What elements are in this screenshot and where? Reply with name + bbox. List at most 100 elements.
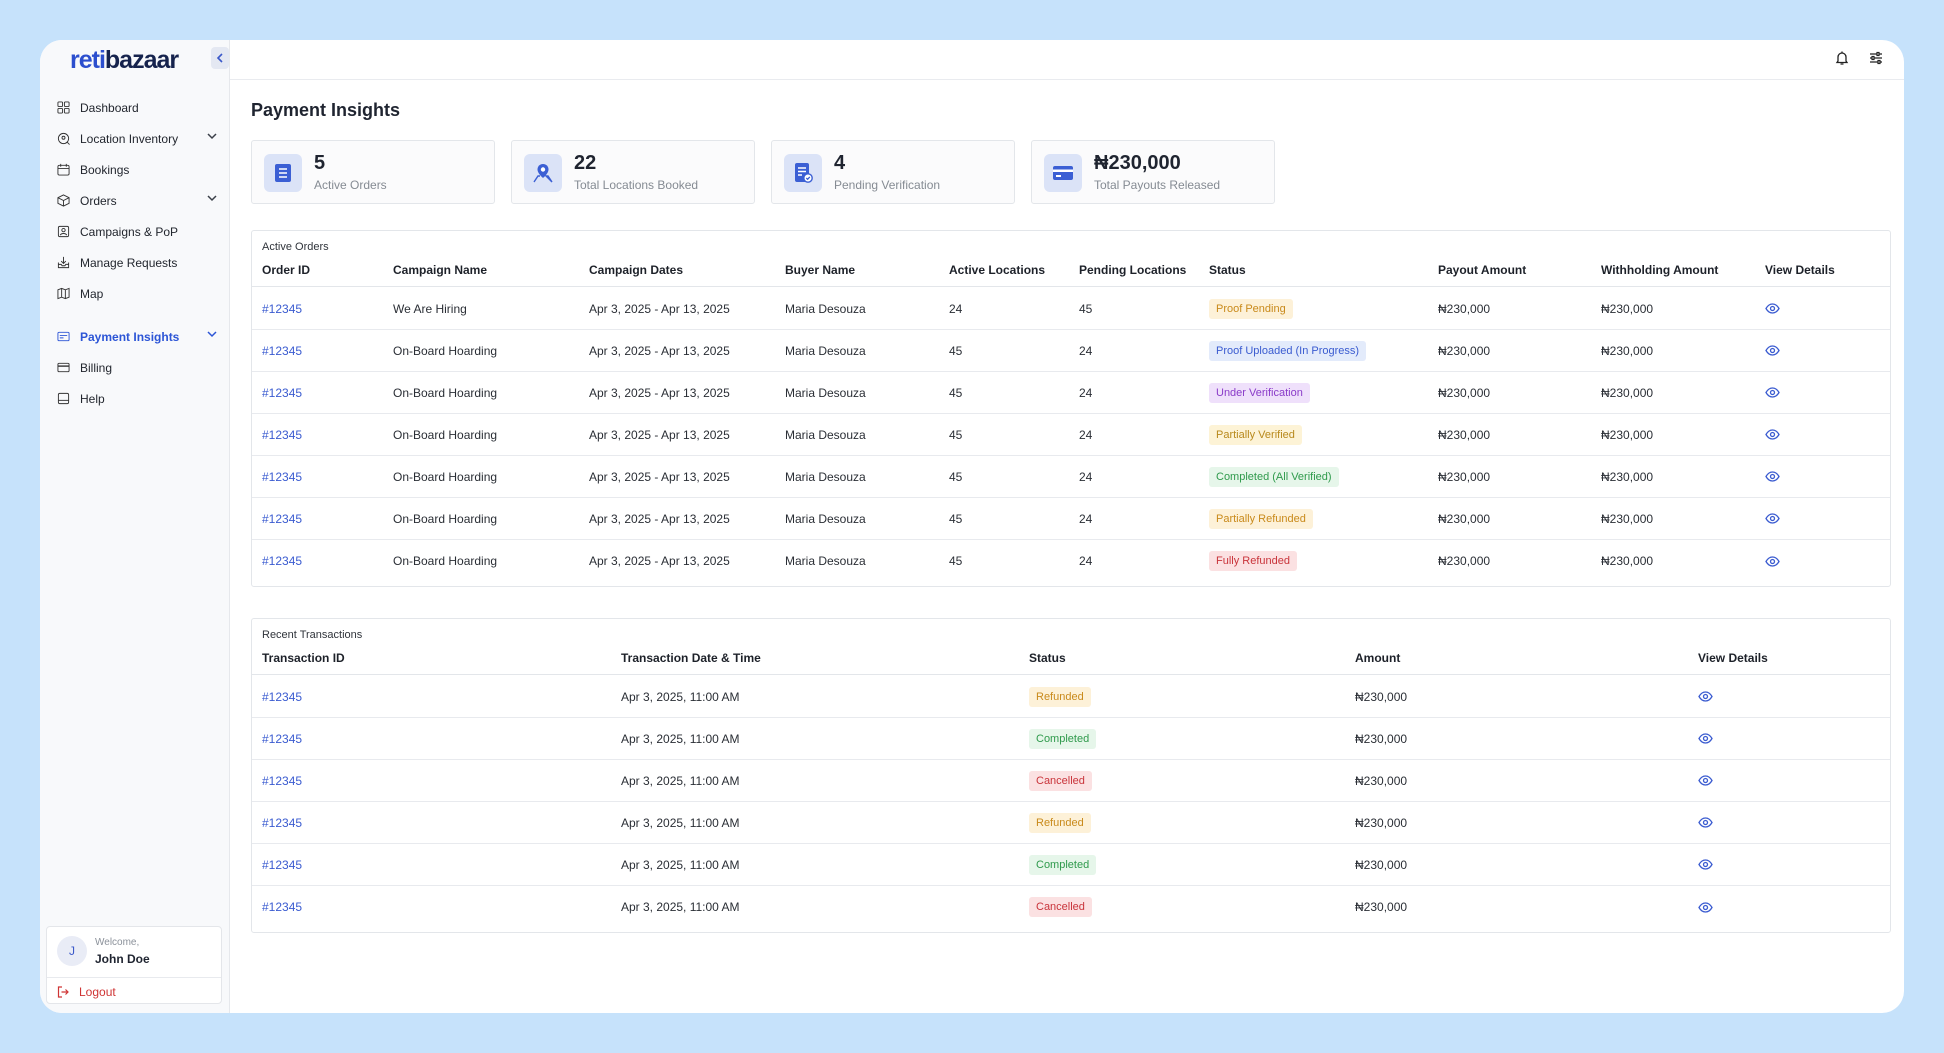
table-row[interactable]: #12345 Apr 3, 2025, 11:00 AM Refunded ₦230,… <box>252 676 1890 718</box>
map-icon <box>56 287 70 301</box>
sidebar-item-dashboard[interactable]: Dashboard <box>40 92 230 123</box>
app-logo[interactable]: retibazaar <box>70 46 179 76</box>
eye-icon[interactable] <box>1765 345 1780 356</box>
eye-icon[interactable] <box>1698 901 1713 913</box>
eye-icon[interactable] <box>1765 303 1780 314</box>
id-link[interactable]: #12345 <box>262 386 302 400</box>
sidebar-item-label: Manage Requests <box>80 255 178 270</box>
id-link[interactable]: #12345 <box>262 512 302 526</box>
cell-pending: 45 <box>1079 301 1093 316</box>
sidebar-item-location-inventory[interactable]: Location Inventory <box>40 123 230 154</box>
sidebar-item-map[interactable]: Map <box>40 278 230 309</box>
welcome-text: Welcome, <box>95 937 140 948</box>
table-row[interactable]: #12345 On-Board Hoarding Apr 3, 2025 - Apr… <box>252 456 1890 498</box>
sidebar-item-manage-requests[interactable]: Manage Requests <box>40 247 230 278</box>
eye-icon[interactable] <box>1698 817 1713 828</box>
cell-buyer: Maria Desouza <box>785 427 866 442</box>
cell-order_id: #12345 <box>262 288 302 329</box>
eye-icon[interactable] <box>1765 471 1780 482</box>
cell-status: Refunded <box>1029 676 1091 717</box>
id-link[interactable]: #12345 <box>262 858 302 872</box>
table-row[interactable]: #12345 On-Board Hoarding Apr 3, 2025 - Apr… <box>252 498 1890 540</box>
table-row[interactable]: #12345 We Are Hiring Apr 3, 2025 - Apr 13,… <box>252 288 1890 330</box>
logout-button[interactable]: Logout <box>57 983 116 1001</box>
id-link[interactable]: #12345 <box>262 900 302 914</box>
settings-sliders-icon[interactable] <box>1866 48 1886 68</box>
table-row[interactable]: #12345 On-Board Hoarding Apr 3, 2025 - Apr… <box>252 540 1890 582</box>
cell-campaign: On-Board Hoarding <box>393 427 498 442</box>
table-row[interactable]: #12345 Apr 3, 2025, 11:00 AM Completed ₦230… <box>252 718 1890 760</box>
table-row[interactable]: #12345 On-Board Hoarding Apr 3, 2025 - Apr… <box>252 330 1890 372</box>
cell-status: Cancelled <box>1029 886 1092 928</box>
chevron-down-icon[interactable] <box>207 330 217 341</box>
id-link[interactable]: #12345 <box>262 732 302 746</box>
id-link[interactable]: #12345 <box>262 816 302 830</box>
sidebar-item-orders[interactable]: Orders <box>40 185 230 216</box>
cell-dates: Apr 3, 2025 - Apr 13, 2025 <box>589 343 730 358</box>
chevron-down-icon[interactable] <box>207 194 217 205</box>
cell-view <box>1765 540 1780 582</box>
cell-payout: ₦230,000 <box>1438 385 1491 400</box>
cell-pending: 24 <box>1079 427 1093 442</box>
id-link[interactable]: #12345 <box>262 344 302 358</box>
column-header: Active Locations <box>949 263 1046 277</box>
id-link[interactable]: #12345 <box>262 302 302 316</box>
sidebar-item-billing[interactable]: Billing <box>40 352 230 383</box>
eye-icon[interactable] <box>1765 555 1780 567</box>
eye-icon[interactable] <box>1698 859 1713 870</box>
eye-icon[interactable] <box>1765 513 1780 524</box>
avatar[interactable]: J <box>57 936 87 966</box>
cell-campaign: On-Board Hoarding <box>393 554 498 568</box>
sidebar-item-help[interactable]: Help <box>40 383 230 414</box>
cell-payout: ₦230,000 <box>1438 469 1491 484</box>
stat-card: ₦230,000 Total Payouts Released <box>1031 140 1275 204</box>
eye-icon[interactable] <box>1765 429 1780 440</box>
id-link[interactable]: #12345 <box>262 774 302 788</box>
credit-card-icon <box>1044 154 1082 192</box>
chevron-down-icon[interactable] <box>207 132 217 143</box>
eye-icon[interactable] <box>1698 691 1713 702</box>
cell-order_id: #12345 <box>262 372 302 413</box>
table-row[interactable]: #12345 On-Board Hoarding Apr 3, 2025 - Apr… <box>252 372 1890 414</box>
table-row[interactable]: #12345 Apr 3, 2025, 11:00 AM Cancelled ₦230… <box>252 886 1890 928</box>
eye-icon[interactable] <box>1765 387 1780 398</box>
eye-icon[interactable] <box>1698 733 1713 744</box>
sidebar-item-bookings[interactable]: Bookings <box>40 154 230 185</box>
sidebar-item-label: Payment Insights <box>80 329 180 344</box>
cell-id: #12345 <box>262 886 302 928</box>
table-row[interactable]: #12345 Apr 3, 2025, 11:00 AM Refunded ₦230,… <box>252 802 1890 844</box>
stat-card: 5 Active Orders <box>251 140 495 204</box>
cell-datetime: Apr 3, 2025, 11:00 AM <box>621 857 740 872</box>
id-link[interactable]: #12345 <box>262 428 302 442</box>
cell-withholding: ₦230,000 <box>1601 511 1654 526</box>
cell-id: #12345 <box>262 760 302 801</box>
id-link[interactable]: #12345 <box>262 470 302 484</box>
user-name: John Doe <box>95 952 150 966</box>
status-badge: Partially Verified <box>1209 424 1302 445</box>
sidebar-item-campaigns-pop[interactable]: Campaigns & PoP <box>40 216 230 247</box>
cell-amount: ₦230,000 <box>1355 773 1408 788</box>
cell-payout: ₦230,000 <box>1438 511 1491 526</box>
id-link[interactable]: #12345 <box>262 554 302 568</box>
cell-withholding: ₦230,000 <box>1601 343 1654 358</box>
table-row[interactable]: #12345 Apr 3, 2025, 11:00 AM Cancelled ₦230… <box>252 760 1890 802</box>
eye-icon[interactable] <box>1698 775 1713 786</box>
cell-buyer: Maria Desouza <box>785 301 866 316</box>
cell-campaign: On-Board Hoarding <box>393 343 498 358</box>
status-badge: Proof Pending <box>1209 298 1293 319</box>
cell-dates: Apr 3, 2025 - Apr 13, 2025 <box>589 427 730 442</box>
table-row[interactable]: #12345 Apr 3, 2025, 11:00 AM Completed ₦230… <box>252 844 1890 886</box>
stat-label: Total Payouts Released <box>1094 178 1221 192</box>
notification-bell-icon[interactable] <box>1832 48 1852 68</box>
cell-dates: Apr 3, 2025 - Apr 13, 2025 <box>589 301 730 316</box>
table-row[interactable]: #12345 On-Board Hoarding Apr 3, 2025 - Apr… <box>252 414 1890 456</box>
id-link[interactable]: #12345 <box>262 690 302 704</box>
sidebar-item-payment-insights[interactable]: Payment Insights <box>40 321 230 352</box>
column-header: Order ID <box>262 263 311 277</box>
column-header: Buyer Name <box>785 263 856 277</box>
cell-order_id: #12345 <box>262 540 302 582</box>
collapse-sidebar-button[interactable] <box>211 47 229 69</box>
grid-icon <box>56 101 70 115</box>
cell-order_id: #12345 <box>262 498 302 539</box>
cell-dates: Apr 3, 2025 - Apr 13, 2025 <box>589 469 730 484</box>
